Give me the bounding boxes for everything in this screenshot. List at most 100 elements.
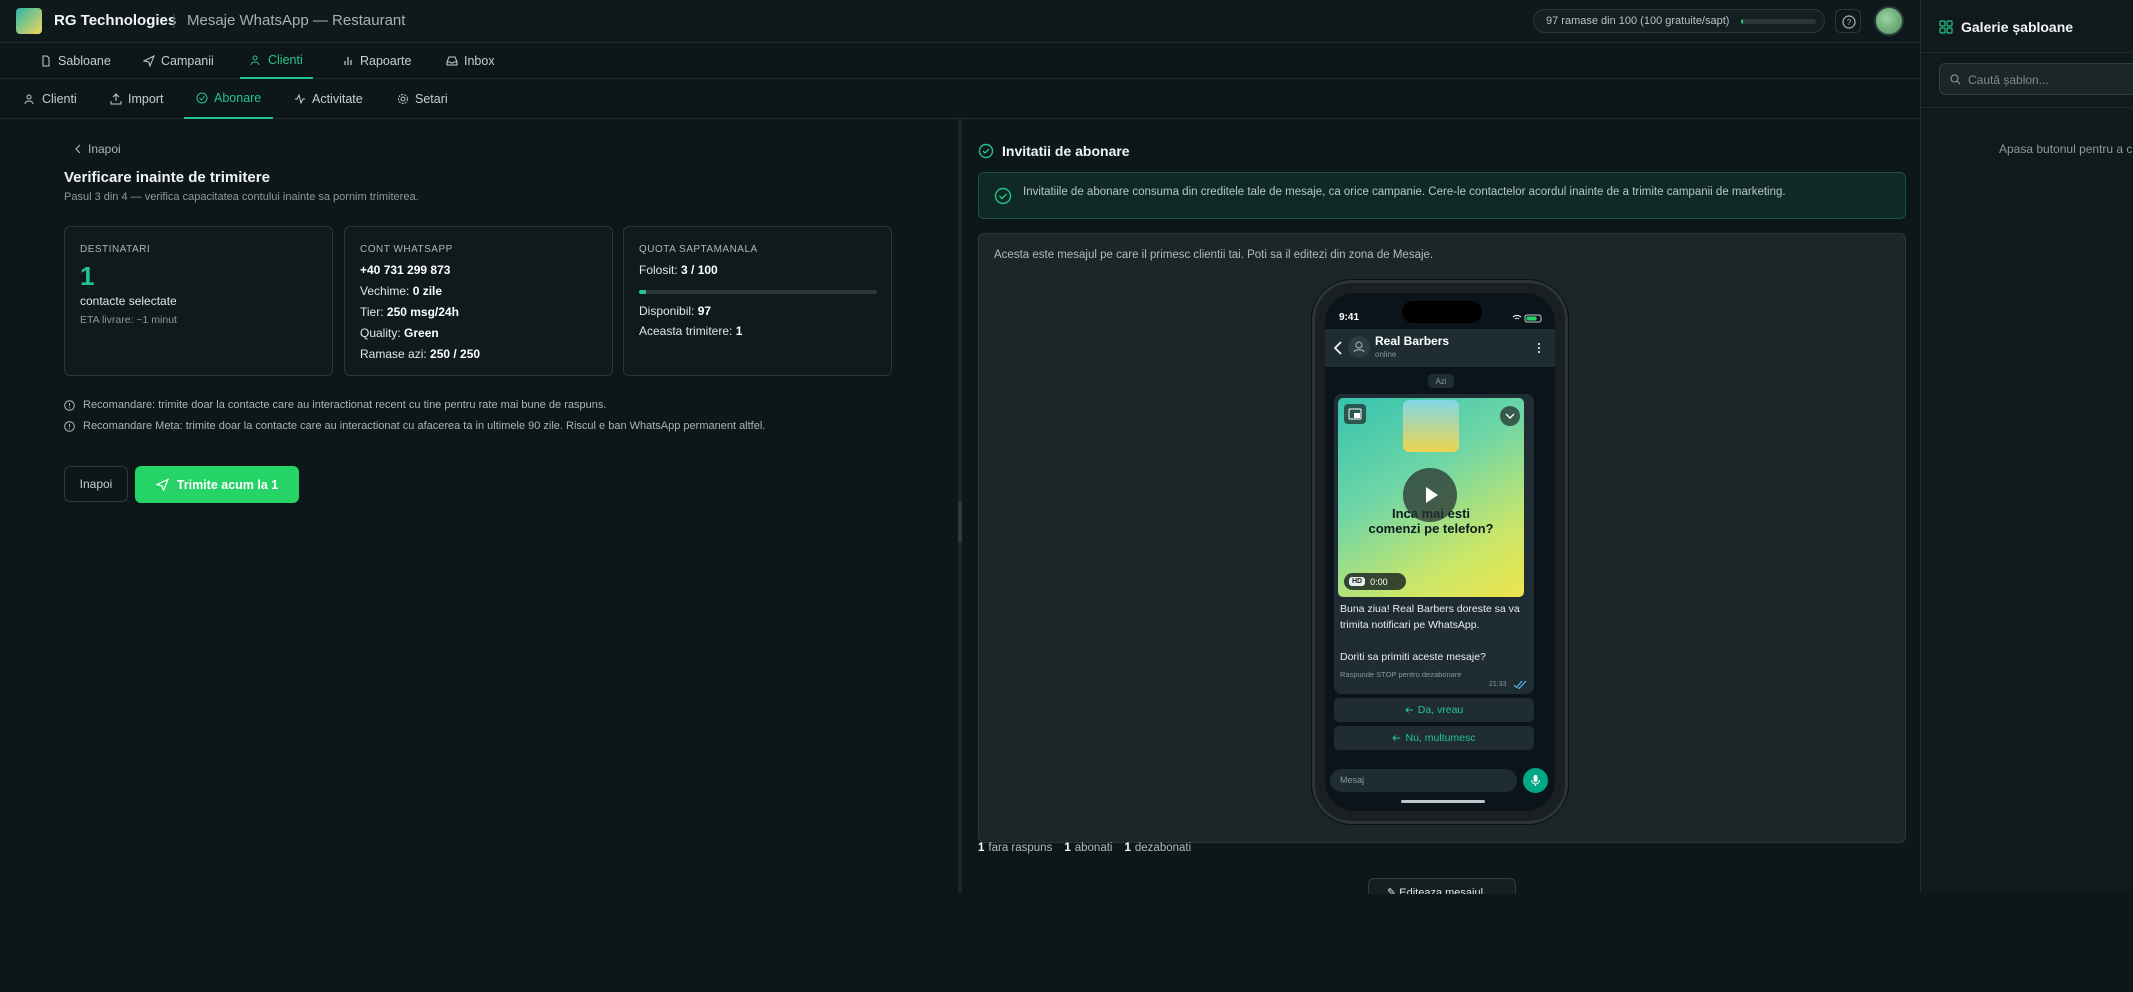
nav-campanii[interactable]: Campanii bbox=[143, 43, 214, 79]
help-button[interactable]: ? bbox=[1835, 9, 1861, 33]
template-gallery-drawer: Galerie șabloane Caută șablon... Apasa b… bbox=[1920, 0, 2133, 893]
drawer-title: Galerie șabloane bbox=[1939, 19, 2073, 35]
send-icon bbox=[155, 478, 169, 491]
back-arrow-icon[interactable] bbox=[1333, 341, 1343, 355]
status-time: 9:41 bbox=[1339, 312, 1360, 323]
quota-progress-fill bbox=[1741, 19, 1744, 24]
stat-unsubscribed: 1 dezabonati bbox=[1124, 842, 1192, 854]
back-link-label: Inapoi bbox=[88, 142, 121, 156]
document-icon bbox=[42, 55, 50, 67]
contact-avatar[interactable] bbox=[1348, 336, 1370, 358]
status-icons bbox=[1512, 314, 1542, 323]
account-phone: +40 731 299 873 bbox=[360, 263, 451, 277]
quota-text: 97 ramase din 100 (100 gratuite/sapt) bbox=[1546, 15, 1730, 27]
chat-header: Real Barbers online bbox=[1325, 329, 1555, 367]
contact-status: online bbox=[1375, 350, 1397, 359]
subnav-activitate[interactable]: Activitate bbox=[294, 79, 363, 119]
grid-icon bbox=[1939, 20, 1953, 34]
day-chip: Azi bbox=[1428, 374, 1454, 388]
play-button[interactable] bbox=[1403, 468, 1457, 522]
stat-subscribed: 1 abonati bbox=[1064, 842, 1113, 854]
hd-badge: HD bbox=[1349, 577, 1366, 586]
message-input-placeholder: Mesaj bbox=[1340, 775, 1365, 785]
recipients-count: 1 bbox=[80, 261, 95, 291]
quick-reply-yes[interactable]: Da, vreau bbox=[1334, 698, 1534, 722]
users-icon bbox=[24, 94, 34, 105]
quick-reply-no[interactable]: Nu, multumesc bbox=[1334, 726, 1534, 750]
upload-icon bbox=[110, 93, 122, 105]
subnav-import[interactable]: Import bbox=[110, 79, 163, 119]
activity-icon bbox=[295, 93, 305, 105]
dynamic-island bbox=[1402, 301, 1482, 323]
video-duration: 0:00 bbox=[1370, 576, 1388, 587]
send-now-button[interactable]: Trimite acum la 1 bbox=[135, 466, 299, 503]
subnav-label: Activitate bbox=[312, 92, 363, 106]
nav-sabloane[interactable]: Sabloane bbox=[40, 43, 111, 79]
home-indicator bbox=[1401, 800, 1485, 803]
chevron-down-icon bbox=[1505, 413, 1515, 419]
recommendation: Recomandare: trimite doar la contacte ca… bbox=[64, 399, 606, 411]
subnav-setari[interactable]: Setari bbox=[397, 79, 448, 119]
quick-reply-label: Da, vreau bbox=[1417, 704, 1464, 716]
card-heading: DESTINATARI bbox=[80, 244, 151, 255]
back-button[interactable]: Inapoi bbox=[64, 466, 128, 502]
delivery-eta: ETA livrare: ~1 minut bbox=[80, 314, 177, 326]
bar-chart-icon bbox=[344, 57, 352, 65]
check-circle-icon bbox=[196, 92, 208, 104]
subnav-clienti[interactable]: Clienti bbox=[24, 79, 77, 119]
invitations-title: Invitatii de abonare bbox=[978, 143, 1130, 159]
phone-mockup: 9:41 Real Barbers online Azi Inca mai es… bbox=[1312, 280, 1568, 824]
expand-button[interactable] bbox=[1500, 406, 1520, 426]
quota-used: Folosit: 3 / 100 bbox=[639, 263, 718, 277]
empty-state-text: Apasa butonul pentru a c bbox=[1999, 142, 2133, 156]
template-search-input[interactable]: Caută șablon... bbox=[1939, 63, 2133, 95]
drawer-title-text: Galerie șabloane bbox=[1961, 19, 2074, 35]
alert-text: Invitatiile de abonare consuma din credi… bbox=[1023, 186, 1786, 198]
edit-message-label: ✎ Editeaza mesajul bbox=[1387, 887, 1484, 894]
check-circle-icon bbox=[978, 143, 994, 159]
more-options-icon[interactable] bbox=[1537, 342, 1541, 354]
stat-no-response: 1 fara raspuns bbox=[978, 842, 1053, 854]
quota-progress-bar bbox=[1741, 19, 1816, 24]
nav-inbox[interactable]: Inbox bbox=[446, 43, 495, 79]
user-icon bbox=[1353, 341, 1365, 353]
company-logo[interactable] bbox=[16, 8, 42, 34]
edit-message-button[interactable]: ✎ Editeaza mesajul bbox=[1368, 878, 1516, 894]
subnav-label: Import bbox=[128, 92, 164, 106]
message-input[interactable]: Mesaj bbox=[1330, 769, 1517, 792]
info-circle-icon bbox=[64, 420, 75, 432]
microphone-icon bbox=[1531, 775, 1540, 786]
send-icon bbox=[143, 55, 155, 67]
video-info-chip: HD 0:00 bbox=[1344, 573, 1406, 590]
info-circle-icon bbox=[64, 399, 75, 411]
back-link[interactable]: Inapoi bbox=[74, 142, 121, 156]
message-bubble: Inca mai esti comenzi pe telefon? HD 0:0… bbox=[1334, 394, 1534, 694]
whatsapp-account-card: CONT WHATSAPP +40 731 299 873 Vechime: 0… bbox=[344, 226, 613, 376]
quota-this-send: Aceasta trimitere: 1 bbox=[639, 324, 743, 338]
search-placeholder: Caută șablon... bbox=[1968, 73, 2049, 87]
message-footer: Raspunde STOP pentru dezabonare bbox=[1340, 670, 1462, 679]
nav-clienti[interactable]: Clienti bbox=[240, 43, 313, 79]
quota-usage-bar bbox=[639, 290, 877, 294]
resize-handle[interactable] bbox=[958, 502, 962, 542]
message-time: 21:33 bbox=[1489, 681, 1507, 688]
gear-icon bbox=[398, 94, 408, 104]
nav-rapoarte[interactable]: Rapoarte bbox=[342, 43, 411, 79]
divider bbox=[1921, 107, 2133, 108]
divider bbox=[1921, 52, 2133, 53]
preview-note: Acesta este mesajul pe care il primesc c… bbox=[994, 249, 1434, 261]
subnav-label: Setari bbox=[415, 92, 448, 106]
weekly-quota-card: QUOTA SAPTAMANALA Folosit: 3 / 100 Dispo… bbox=[623, 226, 892, 376]
video-preview[interactable]: Inca mai esti comenzi pe telefon? HD 0:0… bbox=[1338, 398, 1524, 597]
picture-in-picture-icon bbox=[1348, 408, 1362, 420]
quick-reply-label: Nu, multumesc bbox=[1405, 732, 1476, 744]
recommendation-text: Recomandare Meta: trimite doar la contac… bbox=[83, 420, 766, 432]
search-icon bbox=[1950, 74, 1961, 85]
subnav-label: Clienti bbox=[42, 92, 77, 106]
user-avatar[interactable] bbox=[1874, 6, 1904, 36]
secondary-nav: Clienti Import Abonare Activitate Setari bbox=[0, 79, 1920, 119]
quota-indicator: 97 ramase din 100 (100 gratuite/sapt) bbox=[1533, 9, 1825, 33]
subnav-abonare[interactable]: Abonare bbox=[184, 79, 274, 119]
mic-button[interactable] bbox=[1523, 768, 1548, 793]
media-type-badge bbox=[1344, 404, 1366, 424]
